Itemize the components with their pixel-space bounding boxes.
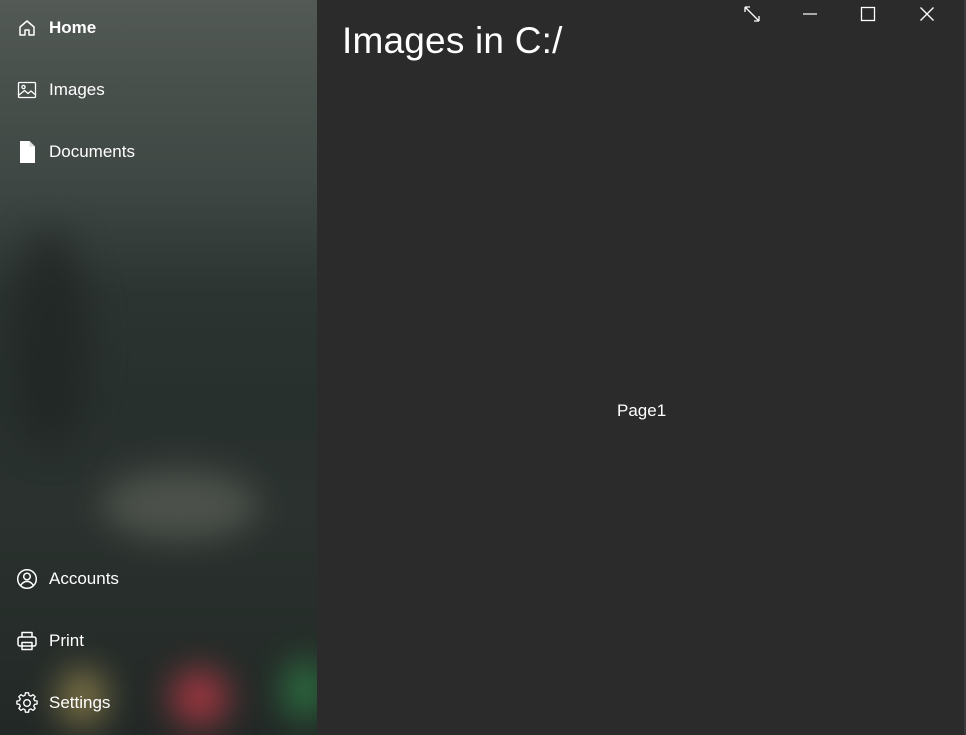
minimize-icon — [802, 6, 818, 27]
acrylic-backdrop — [10, 230, 90, 450]
maximize-button[interactable] — [845, 0, 891, 32]
resize-icon — [743, 5, 761, 28]
nav-item-label: Accounts — [49, 569, 119, 588]
document-icon — [15, 140, 39, 164]
close-button[interactable] — [904, 0, 950, 32]
content-frame: Images in C:/ Page1 — [317, 0, 966, 735]
navigation-pane: Home Images Documents Accounts Print Set… — [0, 0, 317, 735]
page-content-text: Page1 — [617, 401, 667, 420]
close-icon — [919, 6, 935, 27]
print-icon — [15, 629, 39, 653]
nav-item-label: Home — [49, 18, 97, 37]
minimize-button[interactable] — [787, 0, 833, 32]
nav-item-print[interactable]: Print — [0, 617, 317, 665]
page-title: Images in C:/ — [342, 20, 563, 61]
nav-item-label: Settings — [49, 693, 111, 712]
gear-icon — [15, 691, 39, 715]
resize-button[interactable] — [729, 0, 775, 32]
nav-item-settings[interactable]: Settings — [0, 679, 317, 727]
home-icon — [15, 16, 39, 40]
nav-item-documents[interactable]: Documents — [0, 128, 317, 176]
acrylic-backdrop — [100, 470, 260, 540]
nav-item-home[interactable]: Home — [0, 4, 317, 52]
nav-item-label: Documents — [49, 142, 135, 161]
nav-item-label: Images — [49, 80, 105, 99]
nav-item-label: Print — [49, 631, 84, 650]
nav-item-accounts[interactable]: Accounts — [0, 555, 317, 603]
nav-item-images[interactable]: Images — [0, 66, 317, 114]
image-icon — [15, 78, 39, 102]
maximize-icon — [860, 6, 876, 27]
app-window: Home Images Documents Accounts Print Set… — [0, 0, 966, 735]
account-icon — [15, 567, 39, 591]
